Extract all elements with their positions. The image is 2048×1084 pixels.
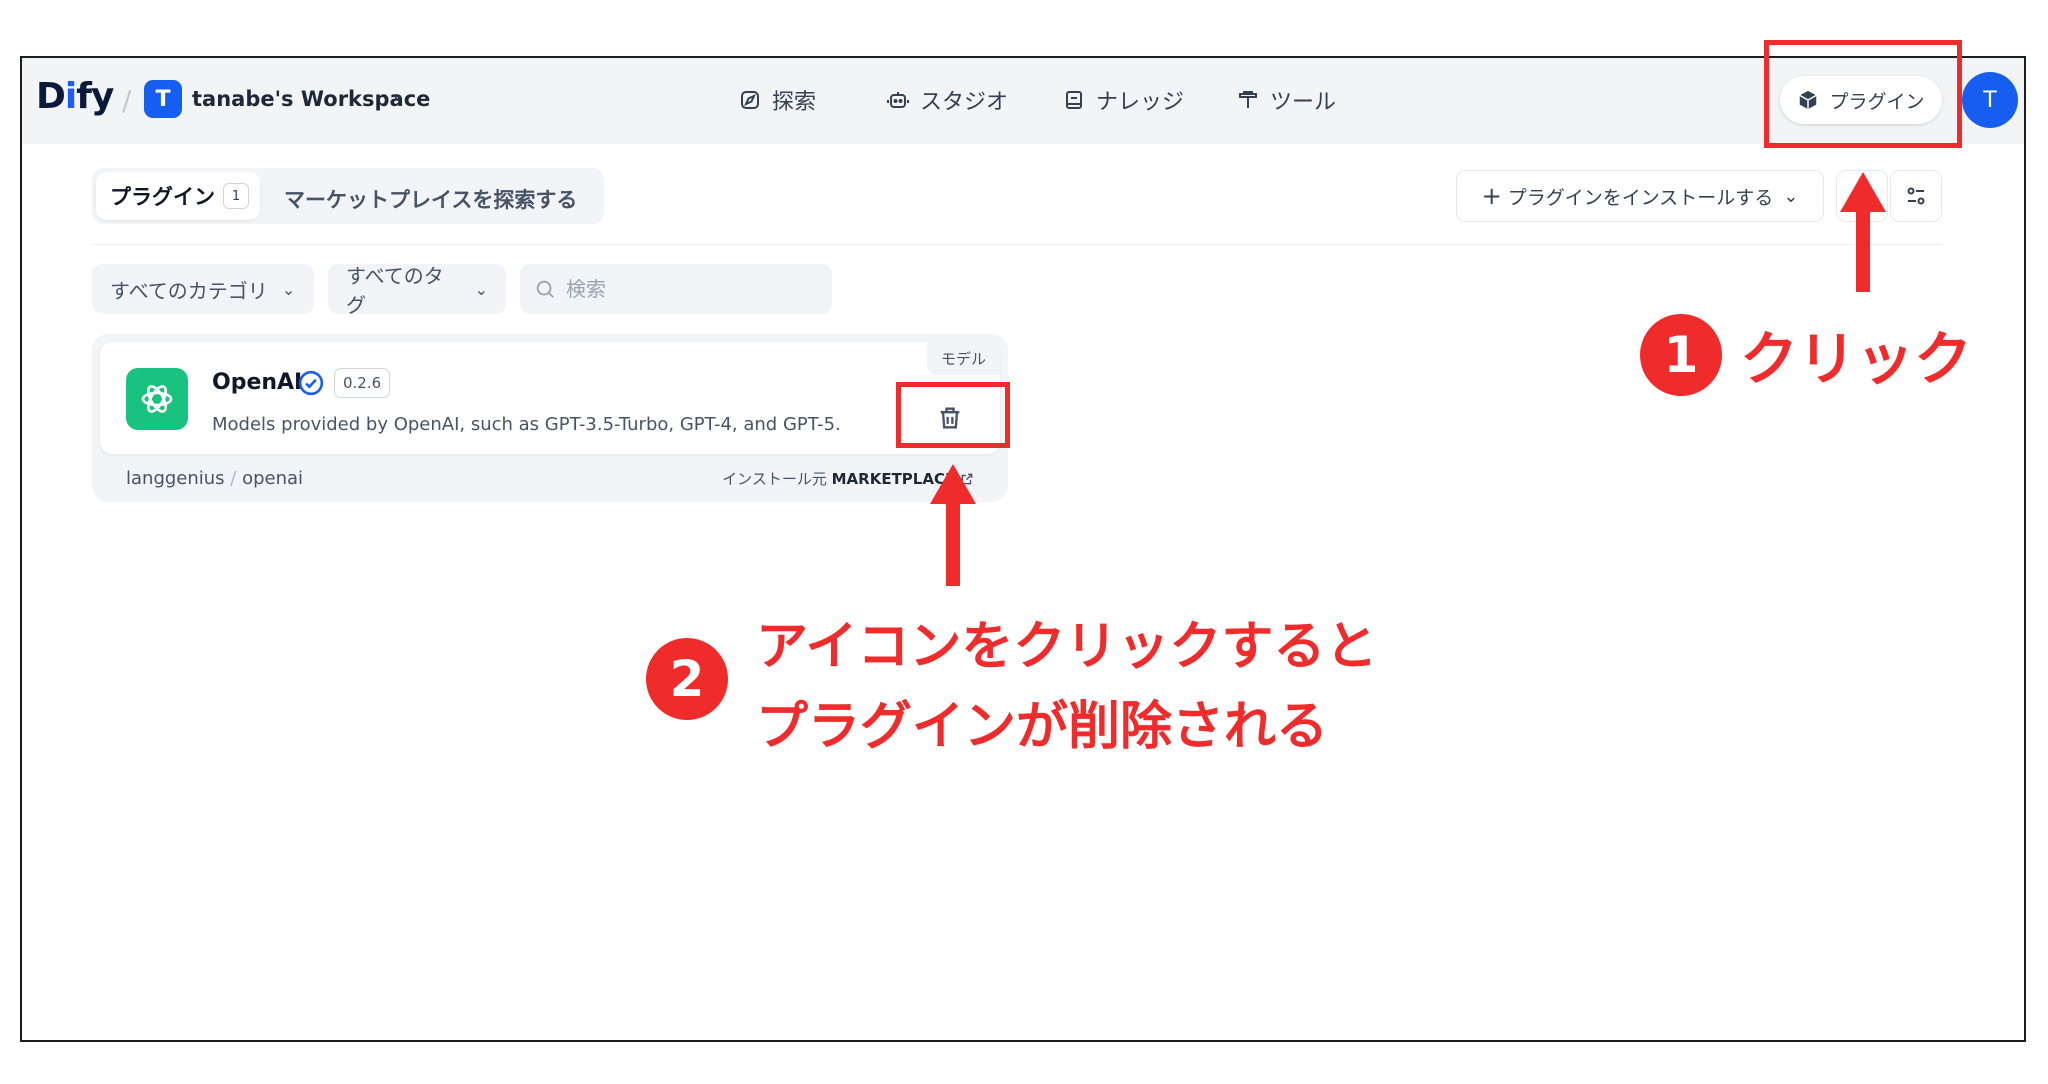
search-icon — [536, 280, 554, 298]
step-2-text-line2: プラグインが削除される — [756, 697, 1329, 757]
plugin-card[interactable]: OpenAI 0.2.6 Models provided by OpenAI, … — [92, 334, 1008, 502]
tab-marketplace[interactable]: マーケットプレイスを探索する — [284, 184, 577, 214]
nav-knowledge-label: ナレッジ — [1096, 90, 1185, 115]
top-navigation-bar: Dify / T tanabe's Workspace ⌄ 探索 スタジオ ナレ… — [22, 58, 2024, 144]
step-2-text-line1: アイコンをクリックすると — [756, 617, 1378, 677]
identifier-separator: / — [224, 468, 243, 489]
chevron-down-icon: ⌄ — [281, 279, 296, 299]
dify-logo[interactable]: Dify — [36, 76, 114, 117]
nav-tools[interactable]: ツール — [1236, 82, 1336, 118]
arrow-up-icon — [930, 464, 976, 586]
chevron-down-icon[interactable]: ⌄ — [390, 84, 405, 105]
install-source-label: インストール元 — [722, 470, 827, 488]
highlight-delete-icon — [896, 382, 1010, 448]
highlight-plugins-button — [1764, 40, 1962, 148]
chevron-down-icon: ⌄ — [1783, 185, 1799, 207]
category-filter[interactable]: すべてのカテゴリ ⌄ — [92, 264, 314, 314]
plugin-slug: openai — [242, 468, 304, 489]
nav-studio[interactable]: スタジオ — [886, 82, 1008, 118]
step-1-number: 1 — [1640, 314, 1722, 396]
chevron-down-icon: ⌄ — [474, 279, 488, 299]
breadcrumb-separator: / — [122, 84, 132, 117]
plugin-card-body[interactable]: OpenAI 0.2.6 Models provided by OpenAI, … — [100, 342, 1000, 454]
plugin-description: Models provided by OpenAI, such as GPT-3… — [212, 414, 841, 435]
verified-badge-icon — [298, 370, 324, 396]
step-1-text: クリック — [1740, 325, 1973, 393]
category-filter-label: すべてのカテゴリ — [110, 278, 268, 303]
nav-tools-label: ツール — [1270, 90, 1337, 115]
user-avatar[interactable]: T — [1962, 72, 2018, 128]
search-input[interactable] — [564, 276, 818, 302]
openai-logo-icon — [126, 368, 188, 430]
nav-explore[interactable]: 探索 — [738, 82, 816, 118]
nav-explore-label: 探索 — [772, 90, 817, 115]
plugin-tabs: プラグイン 1 マーケットプレイスを探索する — [92, 168, 604, 224]
app-window: Dify / T tanabe's Workspace ⌄ 探索 スタジオ ナレ… — [20, 56, 2026, 1042]
robot-icon — [887, 92, 909, 108]
settings-button[interactable] — [1890, 170, 1942, 222]
tab-plugins-label: プラグイン — [110, 185, 215, 209]
install-plugin-label: プラグインをインストールする — [1507, 186, 1774, 209]
book-icon — [1066, 91, 1082, 109]
nav-studio-label: スタジオ — [920, 90, 1009, 115]
category-tag: モデル — [926, 342, 1000, 375]
sliders-icon — [1907, 187, 1925, 205]
plugin-name: OpenAI — [212, 370, 303, 395]
plugin-identifier: langgenius / openai — [126, 468, 303, 489]
plugins-count-badge: 1 — [223, 183, 249, 209]
plus-icon: + — [1481, 182, 1502, 210]
step-2-number: 2 — [646, 638, 728, 720]
version-badge: 0.2.6 — [334, 368, 391, 398]
compass-icon — [741, 91, 759, 109]
tag-filter[interactable]: すべてのタグ ⌄ — [328, 264, 506, 317]
toolbar-divider — [92, 244, 1942, 245]
tag-filter-label: すべてのタグ — [346, 264, 444, 317]
plugin-org: langgenius — [126, 468, 225, 489]
workspace-avatar[interactable]: T — [144, 80, 182, 118]
arrow-up-icon — [1840, 172, 1886, 292]
search-box[interactable] — [520, 264, 832, 314]
hammer-icon — [1239, 91, 1257, 108]
install-plugin-button[interactable]: + プラグインをインストールする ⌄ — [1456, 170, 1824, 222]
tab-plugins[interactable]: プラグイン 1 — [96, 172, 260, 220]
nav-knowledge[interactable]: ナレッジ — [1062, 82, 1184, 118]
